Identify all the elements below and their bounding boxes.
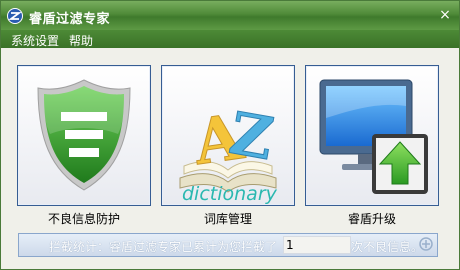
- menu-system-settings[interactable]: 系统设置: [11, 32, 59, 49]
- menu-bar: 系统设置 帮助: [1, 30, 459, 48]
- block-count-field: 1: [283, 236, 351, 254]
- title-bar[interactable]: 睿盾过滤专家 ×: [1, 1, 459, 30]
- window-title: 睿盾过滤专家: [29, 12, 111, 27]
- status-bar: 拦截统计：睿盾过滤专家已累计为您拦截了 1 次不良信息。: [18, 233, 438, 257]
- main-panel: 不良信息防护 A Z dictionary 词库管理 睿盾升级 拦截统计：睿盾过…: [1, 48, 459, 269]
- protection-tile[interactable]: [17, 65, 151, 206]
- monitor-upgrade-icon: [319, 79, 428, 194]
- dictionary-tile[interactable]: A Z dictionary: [161, 65, 295, 206]
- upgrade-label: 睿盾升级: [347, 212, 396, 226]
- app-logo-icon: [7, 8, 23, 24]
- close-button[interactable]: ×: [437, 7, 453, 23]
- shield-icon: [37, 79, 131, 191]
- dictionary-book-icon: A Z dictionary: [179, 98, 279, 205]
- dictionary-label: 词库管理: [203, 212, 252, 226]
- protection-label: 不良信息防护: [47, 212, 120, 226]
- status-suffix: 次不良信息。: [351, 240, 424, 254]
- status-prefix: 拦截统计：睿盾过滤专家已累计为您拦截了: [49, 240, 278, 254]
- menu-help[interactable]: 帮助: [69, 32, 93, 49]
- app-window: 睿盾过滤专家 × 系统设置 帮助 不良信息防护 A Z dictionary 词…: [0, 0, 460, 270]
- upgrade-tile[interactable]: [305, 65, 439, 206]
- status-decoration-icon: [419, 237, 433, 251]
- svg-text:dictionary: dictionary: [182, 183, 278, 205]
